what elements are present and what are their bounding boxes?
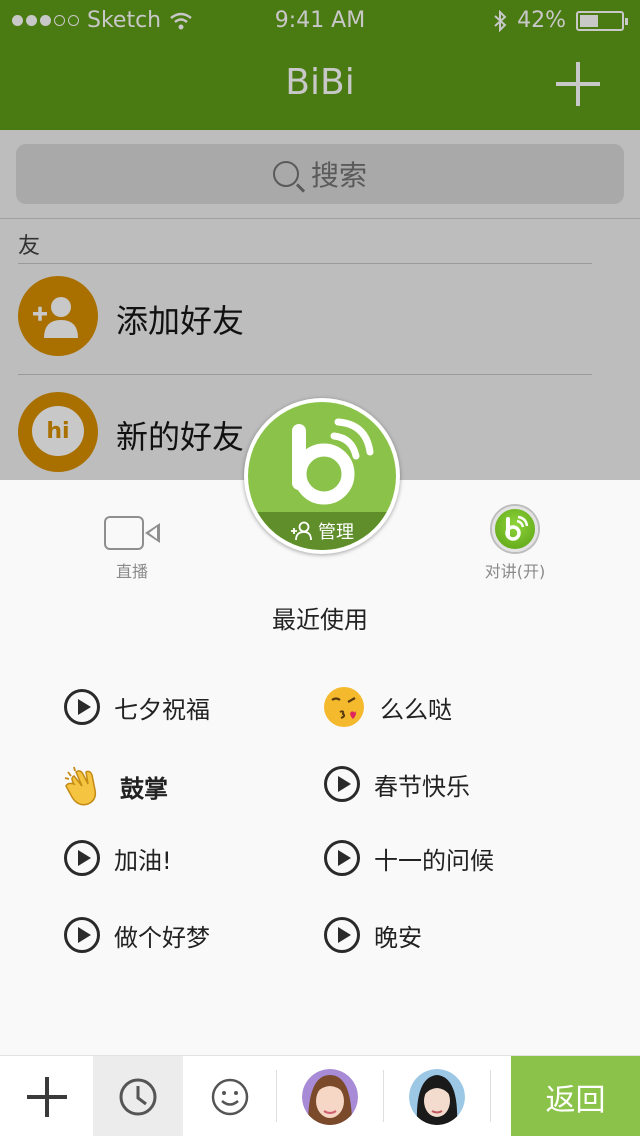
phrase-label: 七夕祝福 (114, 695, 210, 724)
phrase-item[interactable]: 十一的问候 (324, 840, 494, 876)
battery-percent: 42% (517, 8, 566, 33)
contact-avatar-1[interactable] (277, 1056, 383, 1136)
phrase-label: 晚安 (374, 923, 422, 952)
tab-emoji[interactable] (183, 1056, 276, 1136)
video-camera-icon (104, 514, 160, 552)
phrase-label: 么么哒 (380, 695, 452, 724)
phrase-item[interactable]: 春节快乐 (324, 766, 470, 802)
live-label: 直播 (115, 562, 148, 581)
kiss-emoji-icon (324, 687, 364, 727)
smiley-icon (211, 1078, 248, 1115)
bottom-toolbar: 返回 (0, 1055, 640, 1136)
add-user-icon (18, 276, 98, 356)
status-right-group: 42% (493, 8, 628, 33)
bluetooth-icon (494, 9, 507, 32)
bibi-logo-small-icon (492, 506, 538, 552)
phrase-label: 加油! (114, 846, 172, 875)
contact-avatar-2[interactable] (384, 1056, 490, 1136)
divider (0, 218, 640, 219)
status-bar: Sketch 9:41 AM 42% (0, 0, 640, 40)
section-label: 友 (18, 234, 41, 259)
battery-icon (576, 10, 628, 31)
recent-title: 最近使用 (272, 606, 368, 634)
navigation-bar: Sketch 9:41 AM 42% BiBi (0, 0, 640, 130)
add-user-icon (291, 521, 312, 541)
phrase-item[interactable]: 加油! (64, 840, 172, 876)
play-icon (324, 840, 360, 876)
search-bar[interactable]: 搜索 (16, 144, 624, 204)
bibi-logo-icon: 管理 (248, 402, 396, 550)
quick-message-sheet: 直播 对讲(开) 最近使用 七夕祝福 么么哒 鼓掌 春节快乐 加油! 十一的问候… (0, 480, 640, 1055)
add-button[interactable] (0, 1056, 93, 1136)
hi-bubble-icon: hi (18, 392, 98, 472)
talk-toggle-button[interactable]: 对讲(开) (455, 506, 575, 582)
phrase-label: 十一的问候 (374, 846, 494, 875)
play-icon (64, 840, 100, 876)
avatar (409, 1068, 465, 1125)
phrase-item[interactable]: 鼓掌 (62, 764, 168, 808)
search-placeholder: 搜索 (310, 159, 367, 192)
nav-add-button[interactable] (556, 62, 600, 106)
phrase-item[interactable]: 七夕祝福 (64, 689, 210, 725)
bibi-logo-button[interactable]: 管理 (244, 398, 400, 554)
tab-recent[interactable] (93, 1056, 183, 1136)
phrase-label: 春节快乐 (374, 772, 470, 801)
clock-icon (119, 1078, 157, 1115)
clap-emoji-icon (64, 766, 97, 806)
play-icon (324, 766, 360, 802)
play-icon (64, 689, 100, 725)
return-button[interactable]: 返回 (511, 1056, 640, 1136)
phrase-item[interactable]: 么么哒 (322, 685, 452, 729)
phrase-label: 做个好梦 (114, 923, 210, 952)
list-item-label: 添加好友 (116, 302, 245, 340)
search-icon (272, 161, 299, 187)
manage-button[interactable]: 管理 (248, 512, 396, 550)
manage-label: 管理 (318, 522, 354, 543)
nav-title: BiBi (285, 62, 355, 103)
talk-label: 对讲(开) (484, 562, 546, 581)
list-item-label: 新的好友 (116, 418, 245, 456)
divider (18, 263, 592, 264)
phrase-label: 鼓掌 (120, 774, 168, 803)
phrase-item[interactable]: 做个好梦 (64, 917, 210, 953)
divider (18, 374, 592, 375)
play-icon (324, 917, 360, 953)
avatar (302, 1068, 358, 1125)
play-icon (64, 917, 100, 953)
phrase-item[interactable]: 晚安 (324, 917, 422, 953)
live-button[interactable]: 直播 (72, 514, 192, 582)
plus-icon (26, 1076, 67, 1117)
